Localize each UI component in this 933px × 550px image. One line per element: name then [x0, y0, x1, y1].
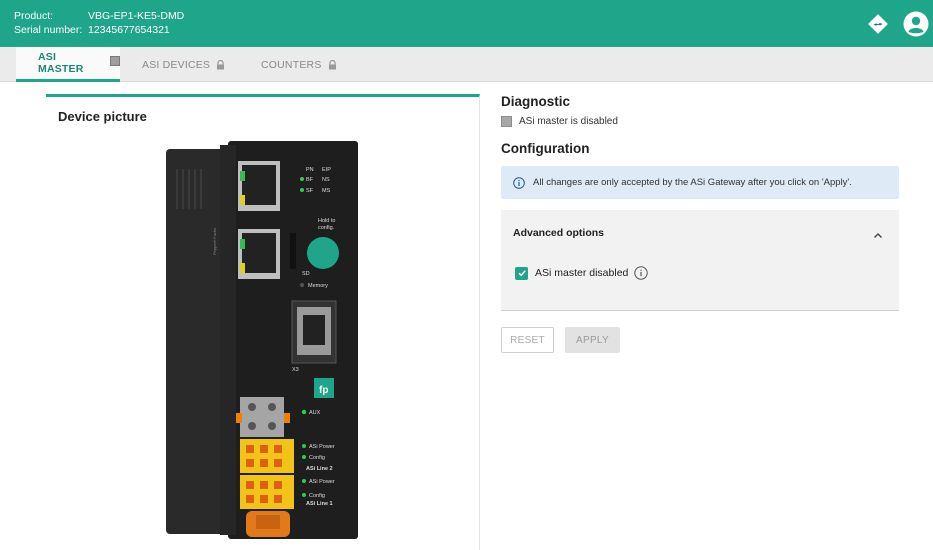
- status-square-icon: [110, 56, 120, 66]
- led-label-aux: AUX: [309, 410, 321, 416]
- apply-button[interactable]: APPLY: [565, 327, 620, 353]
- led-label-config: config.: [318, 225, 335, 231]
- right-panel: Diagnostic ASi master is disabled Config…: [501, 94, 899, 353]
- chevron-up-icon[interactable]: [873, 227, 883, 245]
- led-label-sd: SD: [302, 271, 310, 277]
- led-label-line-2: ASi Line 2: [306, 466, 333, 472]
- network-diamond-icon[interactable]: [867, 13, 889, 35]
- led-label-config-2: Config: [309, 455, 325, 461]
- advanced-options-panel: Advanced options ASi master disabled: [501, 210, 899, 311]
- serial-label: Serial number:: [14, 24, 83, 36]
- reset-button[interactable]: RESET: [501, 327, 554, 353]
- led-label-pn: PN: [306, 167, 314, 173]
- tab-counters[interactable]: COUNTERS: [261, 47, 337, 82]
- device-picture-card: Device picture Pepperl+Fuchs PN EIP BF N…: [46, 94, 480, 550]
- configuration-title: Configuration: [501, 141, 590, 156]
- diagnostic-status: ASi master is disabled: [501, 116, 899, 127]
- tab-label: COUNTERS: [261, 58, 322, 71]
- tab-asi-master[interactable]: ASI MASTER: [16, 47, 120, 82]
- product-info: Product: VBG-EP1-KE5-DMD Serial number: …: [14, 9, 184, 37]
- led-label-memory: Memory: [308, 283, 328, 289]
- diagnostic-text: ASi master is disabled: [519, 116, 618, 127]
- status-square-icon: [501, 116, 512, 127]
- info-icon: [513, 176, 525, 189]
- led-label-line-1: ASi Line 1: [306, 501, 333, 507]
- led-label-ns: NS: [322, 177, 330, 183]
- tab-bar: ASI MASTER ASI DEVICES COUNTERS: [0, 47, 933, 82]
- svg-text:fp: fp: [319, 385, 328, 396]
- led-label-hold: Hold to: [318, 218, 335, 224]
- led-label-x3: X3: [292, 367, 299, 373]
- led-label-asi-power-2: ASi Power: [309, 444, 335, 450]
- advanced-options-title[interactable]: Advanced options: [513, 227, 604, 239]
- led-label-sf: SF: [306, 188, 314, 194]
- tab-label: ASI DEVICES: [142, 58, 211, 71]
- asi-master-disabled-checkbox-row: ASi master disabled: [515, 266, 649, 280]
- top-header: Product: VBG-EP1-KE5-DMD Serial number: …: [0, 0, 933, 47]
- asi-master-disabled-checkbox[interactable]: [515, 266, 528, 280]
- lock-icon: [216, 59, 225, 70]
- svg-text:Pepperl+Fuchs: Pepperl+Fuchs: [212, 228, 217, 255]
- info-icon[interactable]: [634, 266, 649, 280]
- checkbox-label: ASi master disabled: [535, 267, 629, 279]
- led-label-config-1: Config: [309, 493, 325, 499]
- diagnostic-title: Diagnostic: [501, 94, 571, 109]
- user-avatar-icon[interactable]: [903, 11, 929, 37]
- tab-asi-devices[interactable]: ASI DEVICES: [142, 47, 225, 82]
- lock-icon: [328, 59, 337, 70]
- product-label: Product:: [14, 10, 54, 22]
- led-label-eip: EIP: [322, 167, 331, 173]
- action-buttons: RESET APPLY: [501, 327, 899, 353]
- device-image: Pepperl+Fuchs PN EIP BF NS SF MS Hold to…: [166, 141, 358, 539]
- led-label-asi-power-1: ASi Power: [309, 479, 335, 485]
- info-banner: All changes are only accepted by the ASi…: [501, 166, 899, 199]
- product-value: VBG-EP1-KE5-DMD: [88, 10, 185, 22]
- device-picture-title: Device picture: [58, 109, 147, 124]
- info-text: All changes are only accepted by the ASi…: [533, 177, 852, 188]
- led-label-ms: MS: [322, 188, 331, 194]
- led-label-bf: BF: [306, 177, 314, 183]
- tab-label: ASI MASTER: [38, 51, 84, 75]
- serial-value: 12345677654321: [88, 24, 170, 36]
